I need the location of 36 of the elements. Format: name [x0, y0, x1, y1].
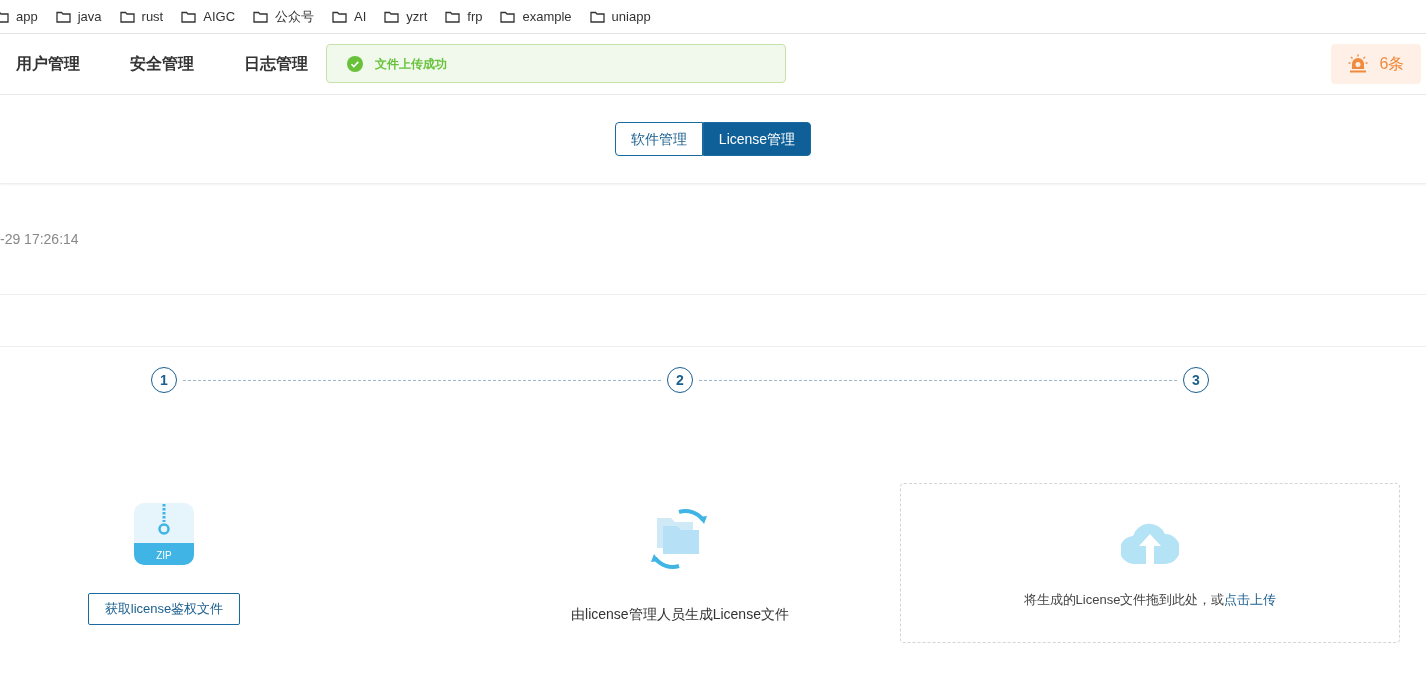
check-circle-icon — [347, 55, 363, 72]
bookmark-link[interactable]: yzrt — [406, 6, 428, 27]
bookmark-link[interactable]: example — [522, 6, 572, 27]
siren-icon — [1347, 54, 1368, 74]
nav-menu-item[interactable]: 安全管理 — [130, 52, 194, 76]
bookmark-link[interactable]: uniapp — [611, 6, 651, 27]
upload-dropzone[interactable]: 将生成的License文件拖到此处，或点击上传 — [900, 483, 1400, 643]
zip-label: ZIP — [156, 550, 172, 561]
bookmark-link[interactable]: AIGC — [203, 6, 236, 27]
bookmark-link[interactable]: frp — [467, 6, 483, 27]
folder-icon — [332, 10, 348, 23]
folder-icon — [589, 10, 605, 23]
folder-icon — [384, 10, 400, 23]
upload-hint-text: 将生成的License文件拖到此处，或点击上传 — [1023, 591, 1277, 609]
folder-icon — [253, 10, 269, 23]
folder-icon — [181, 10, 197, 23]
zip-file-icon — [134, 503, 194, 565]
folder-icon — [55, 10, 71, 23]
alarm-count: 6条 — [1379, 54, 1405, 74]
folder-icon — [445, 10, 461, 23]
instruction-text: 由license管理人员生成License文件 — [571, 605, 789, 624]
click-upload-link[interactable]: 点击上传 — [1224, 592, 1277, 607]
segment-tab[interactable]: 软件管理 — [614, 122, 703, 156]
bookmark-link[interactable]: java — [77, 6, 102, 27]
bookmark-link[interactable]: app — [16, 6, 38, 27]
timestamp-text: -29 17:26:14 — [0, 229, 79, 249]
bookmark-link[interactable]: 公众号 — [275, 6, 315, 27]
nav-menu-item[interactable]: 日志管理 — [244, 52, 308, 76]
bookmark-link[interactable]: rust — [141, 6, 164, 27]
segment-tab[interactable]: License管理 — [702, 122, 812, 156]
get-license-button[interactable]: 获取license鉴权文件 — [87, 593, 241, 625]
bookmark-link[interactable]: AI — [354, 6, 367, 27]
folder-icon — [119, 10, 135, 23]
nav-menu-item[interactable]: 用户管理 — [16, 52, 80, 76]
toast-message: 文件上传成功 — [375, 55, 447, 73]
folder-icon — [500, 10, 516, 23]
